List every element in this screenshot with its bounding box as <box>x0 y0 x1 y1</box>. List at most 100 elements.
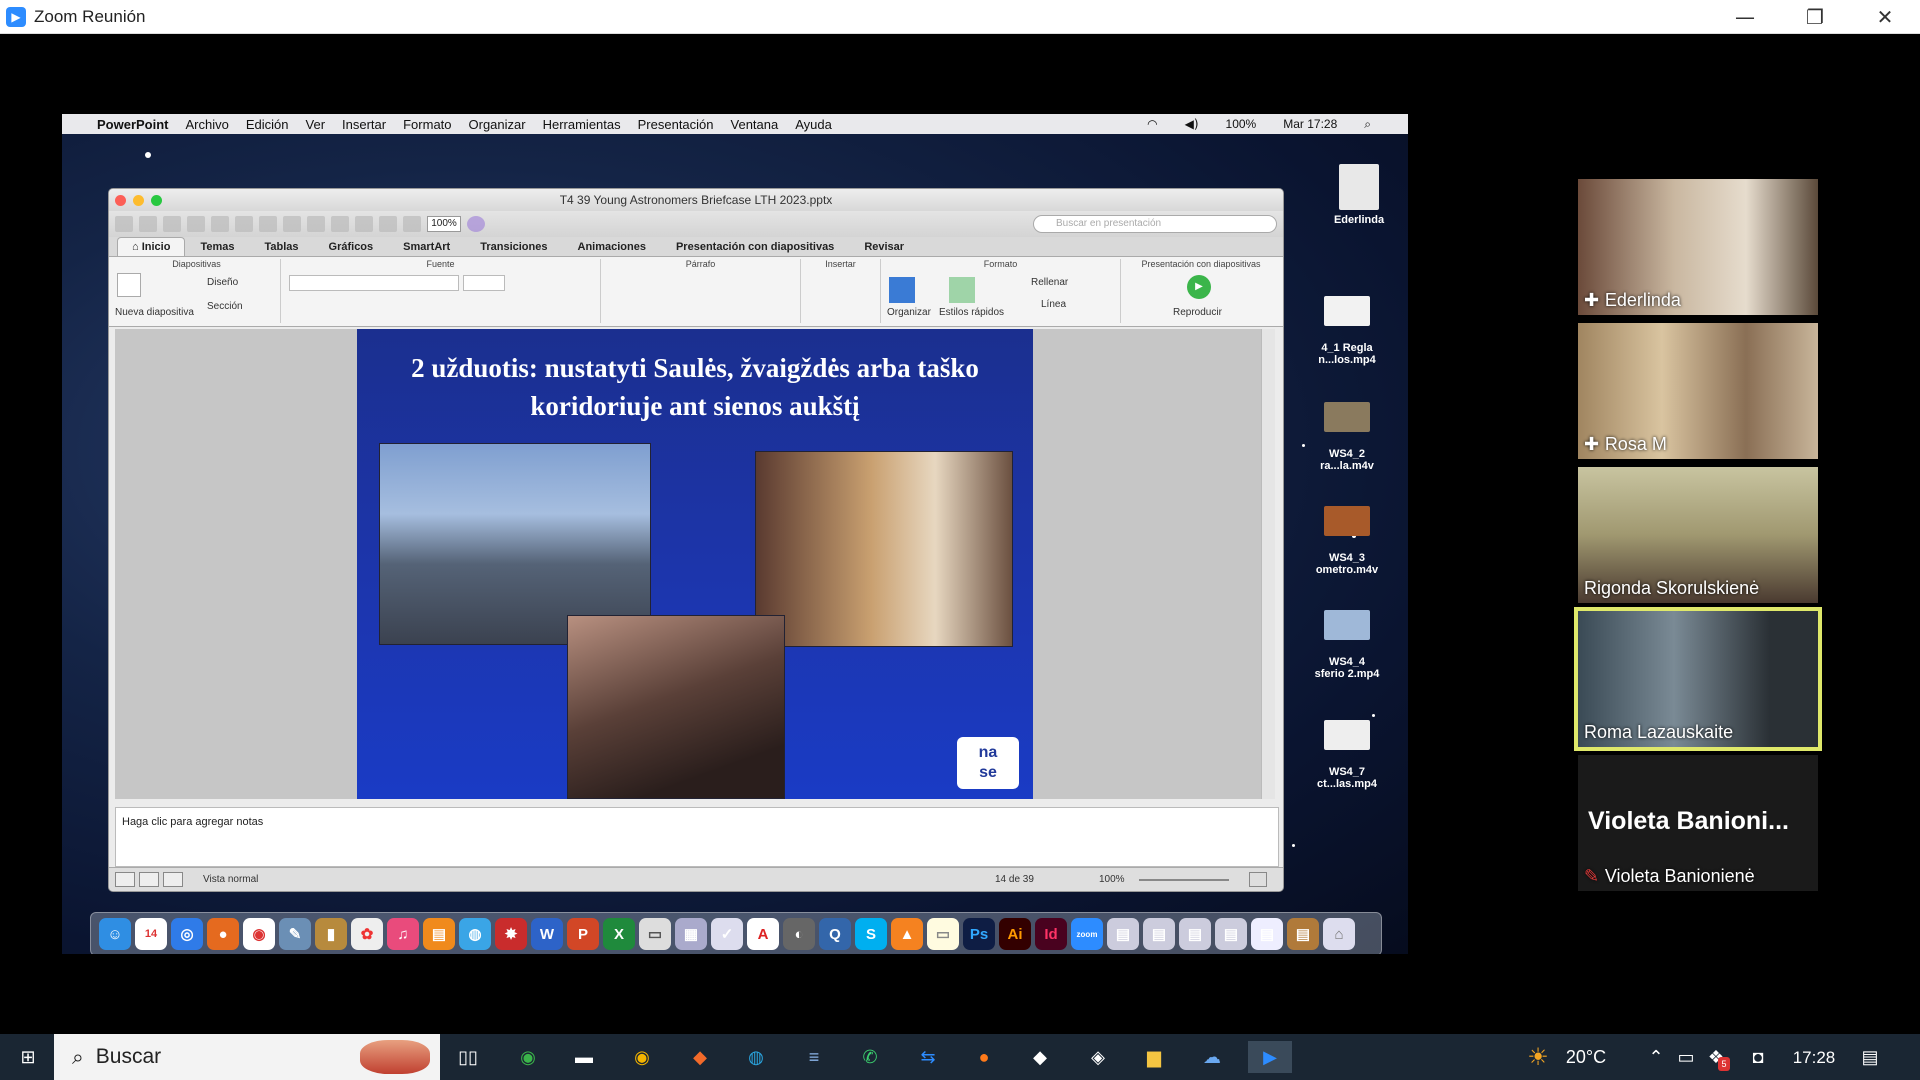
chrome-taskbar-icon[interactable]: ◉ <box>626 1041 658 1073</box>
zoom-slider[interactable] <box>1139 879 1229 881</box>
arrange-button[interactable]: Organizar <box>887 307 931 318</box>
whatsapp-icon[interactable]: ✆ <box>854 1041 886 1073</box>
desktop-icon-video[interactable]: WS4_4 sferio 2.mp4 <box>1312 598 1382 680</box>
photoshop-icon[interactable]: Ps <box>963 918 995 950</box>
quick-styles-icon[interactable] <box>949 277 975 303</box>
menu-item[interactable]: Presentación <box>638 117 714 132</box>
ppt-search-input[interactable]: Buscar en presentación <box>1033 215 1277 233</box>
tab-temas[interactable]: Temas <box>185 237 249 256</box>
redo-icon[interactable] <box>355 216 373 232</box>
notes-field[interactable]: Haga clic para agregar notas <box>115 807 1279 867</box>
desktop-icon-video[interactable]: 4_1 Regla n...los.mp4 <box>1312 284 1382 366</box>
zoom-dock-icon[interactable]: zoom <box>1071 918 1103 950</box>
new-slide-icon[interactable] <box>117 273 141 297</box>
zoom-taskbar-icon[interactable]: ▶ <box>1248 1041 1292 1073</box>
tray-expand-icon[interactable]: ⌃ <box>1640 1041 1672 1073</box>
vertical-scrollbar[interactable] <box>1261 329 1275 799</box>
tab-animaciones[interactable]: Animaciones <box>563 237 661 256</box>
wifi-icon[interactable]: ◠ <box>1147 117 1157 131</box>
tab-graficos[interactable]: Gráficos <box>314 237 389 256</box>
menu-item[interactable]: Insertar <box>342 117 386 132</box>
spotlight-icon[interactable]: ⌕ <box>1364 117 1371 132</box>
contacts-icon[interactable]: ▮ <box>315 918 347 950</box>
folder-icon[interactable]: ▤ <box>1287 918 1319 950</box>
participant-tile[interactable]: ✚ Rosa M <box>1578 323 1818 459</box>
copy-icon[interactable] <box>259 216 277 232</box>
trash-icon[interactable]: ⌂ <box>1323 918 1355 950</box>
layout-button[interactable]: Diseño <box>207 277 238 288</box>
firefox-icon[interactable]: ● <box>207 918 239 950</box>
desktop-icon-video[interactable]: WS4_3 ometro.m4v <box>1312 494 1382 576</box>
pro-app-icon[interactable]: ◐ <box>783 918 815 950</box>
weather-temp[interactable]: 20°C <box>1556 1047 1616 1067</box>
play-icon[interactable]: ▶ <box>1187 275 1211 299</box>
tab-transiciones[interactable]: Transiciones <box>465 237 562 256</box>
slideshow-view-icon[interactable] <box>163 872 183 887</box>
fill-button[interactable]: Rellenar <box>1031 277 1068 288</box>
chrome-icon[interactable]: ◉ <box>243 918 275 950</box>
menu-item[interactable]: Herramientas <box>543 117 621 132</box>
app-icon[interactable]: ☁ <box>1196 1041 1228 1073</box>
excel-icon[interactable]: X <box>603 918 635 950</box>
restore-button[interactable]: ❐ <box>1780 0 1850 34</box>
undo-icon[interactable] <box>331 216 349 232</box>
templates-icon[interactable] <box>139 216 157 232</box>
powerpoint-icon[interactable]: P <box>567 918 599 950</box>
safari-icon[interactable]: ◎ <box>171 918 203 950</box>
file-explorer-icon[interactable]: ▆ <box>1138 1041 1170 1073</box>
firefox-taskbar-icon[interactable]: ● <box>968 1041 1000 1073</box>
font-size-field[interactable] <box>463 275 505 291</box>
sorter-view-icon[interactable] <box>139 872 159 887</box>
tab-revisar[interactable]: Revisar <box>849 237 919 256</box>
tab-inicio[interactable]: ⌂ Inicio <box>117 237 186 256</box>
play-button[interactable]: Reproducir <box>1173 307 1222 318</box>
stickies-icon[interactable]: ▭ <box>927 918 959 950</box>
zoom-field[interactable]: 100% <box>427 216 461 232</box>
folder-icon[interactable]: ▤ <box>1107 918 1139 950</box>
menu-item[interactable]: Archivo <box>186 117 229 132</box>
folder-icon[interactable]: ▤ <box>1143 918 1175 950</box>
teamviewer-icon[interactable]: ⇆ <box>912 1041 944 1073</box>
indesign-icon[interactable]: Id <box>1035 918 1067 950</box>
insert-icon[interactable] <box>379 216 397 232</box>
cut-icon[interactable] <box>235 216 253 232</box>
save-icon[interactable] <box>187 216 205 232</box>
finder-icon[interactable]: ☺ <box>99 918 131 950</box>
section-button[interactable]: Sección <box>207 301 243 312</box>
folder-icon[interactable]: ▤ <box>1215 918 1247 950</box>
menu-item[interactable]: Formato <box>403 117 451 132</box>
folder-icon[interactable]: ▤ <box>1179 918 1211 950</box>
menu-app-name[interactable]: PowerPoint <box>97 117 169 132</box>
globe-icon[interactable]: ◍ <box>459 918 491 950</box>
minimize-window-button[interactable] <box>133 195 144 206</box>
paste-icon[interactable] <box>283 216 301 232</box>
camera-icon[interactable]: ◘ <box>1742 1041 1774 1073</box>
quicktime-icon[interactable]: Q <box>819 918 851 950</box>
participant-tile[interactable]: ✚ Ederlinda <box>1578 179 1818 315</box>
participant-tile[interactable]: Violeta Banioni... ✎ Violeta Banionienė <box>1578 755 1818 891</box>
new-icon[interactable] <box>115 216 133 232</box>
desktop-icon-ederlinda[interactable]: Ederlinda <box>1324 164 1394 226</box>
format-painter-icon[interactable] <box>307 216 325 232</box>
menu-item[interactable]: Ayuda <box>795 117 832 132</box>
close-button[interactable]: ✕ <box>1850 0 1920 34</box>
font-name-field[interactable] <box>289 275 459 291</box>
desktop-icon-video[interactable]: WS4_7 ct...las.mp4 <box>1312 708 1382 790</box>
volume-icon[interactable]: ◀) <box>1185 117 1199 131</box>
menu-item[interactable]: Ventana <box>731 117 779 132</box>
app-icon[interactable]: ◉ <box>512 1041 544 1073</box>
print-icon[interactable] <box>211 216 229 232</box>
arrange-icon[interactable] <box>889 277 915 303</box>
illustrator-icon[interactable]: Ai <box>999 918 1031 950</box>
zoom-window-button[interactable] <box>151 195 162 206</box>
vlc-icon[interactable]: ▲ <box>891 918 923 950</box>
calendar-icon[interactable]: 14 <box>135 918 167 950</box>
acrobat-icon[interactable]: A <box>747 918 779 950</box>
line-button[interactable]: Línea <box>1041 299 1066 310</box>
app-icon[interactable]: ◆ <box>684 1041 716 1073</box>
battery-level[interactable]: 100% <box>1226 117 1257 131</box>
help-icon[interactable] <box>467 216 485 232</box>
edge-icon[interactable]: ◍ <box>740 1041 772 1073</box>
notifications-icon[interactable]: ▤ <box>1854 1041 1886 1073</box>
minimize-button[interactable]: — <box>1710 0 1780 34</box>
